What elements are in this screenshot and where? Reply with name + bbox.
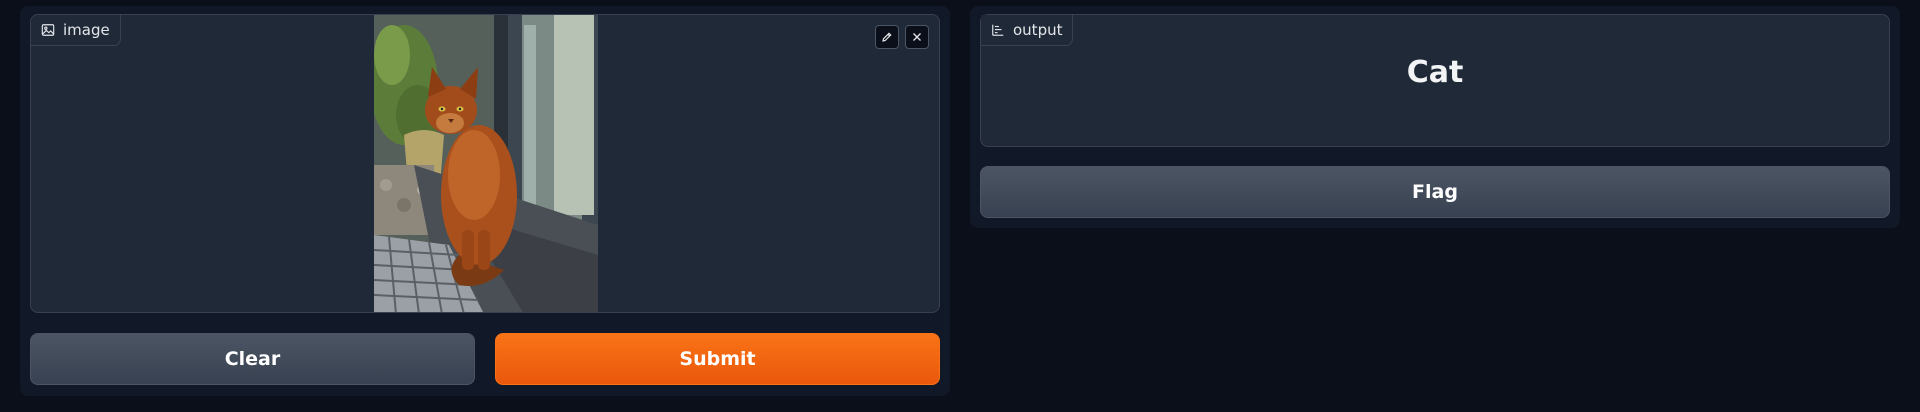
image-block-label: image [31, 15, 121, 46]
input-panel: image Clear Submit [20, 6, 950, 396]
output-label-block: output Cat [980, 14, 1890, 147]
close-icon [911, 31, 923, 43]
app-root: image Clear Submit output Cat Flag [0, 0, 1920, 412]
output-label-text: output [1013, 21, 1063, 39]
cat-photo [374, 15, 598, 312]
flag-button[interactable]: Flag [980, 166, 1890, 218]
submit-button[interactable]: Submit [495, 333, 940, 385]
image-label-text: image [63, 21, 110, 39]
output-panel: output Cat Flag [970, 6, 1900, 228]
output-block-label: output [981, 15, 1074, 46]
edit-button[interactable] [875, 25, 899, 49]
pencil-icon [881, 31, 893, 43]
clear-button[interactable]: Clear [30, 333, 475, 385]
image-icon [41, 23, 55, 37]
image-tools [875, 25, 929, 49]
clear-image-button[interactable] [905, 25, 929, 49]
image-input[interactable]: image [30, 14, 940, 313]
output-value: Cat [1406, 55, 1464, 90]
chart-icon [991, 23, 1005, 37]
